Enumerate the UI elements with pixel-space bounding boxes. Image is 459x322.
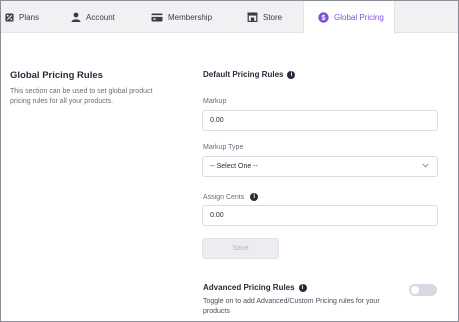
markup-type-label: Markup Type	[203, 144, 244, 151]
markup-label: Markup	[203, 98, 227, 105]
store-icon	[247, 12, 258, 22]
info-icon[interactable]: i	[287, 70, 296, 79]
assign-cents-label-text: Assign Cents	[203, 193, 245, 201]
tab-label: Global Pricing	[334, 13, 384, 22]
section-title: Default Pricing Rules i	[203, 70, 296, 79]
info-icon[interactable]: i	[250, 193, 259, 201]
tab-label: Plans	[19, 12, 40, 22]
markup-type-select[interactable]: -- Select One --	[202, 156, 438, 177]
advanced-pricing-title: Advanced Pricing Rules i	[203, 283, 307, 292]
assign-cents-value: 0.00	[210, 212, 224, 219]
tab-bar: Plans Account Membership Store $ Global …	[1, 1, 458, 34]
dollar-icon: $	[318, 12, 329, 23]
tab-membership[interactable]: Membership	[151, 1, 231, 33]
tab-plans[interactable]: Plans	[5, 1, 63, 33]
percent-icon	[5, 12, 14, 22]
app-frame: Plans Account Membership Store $ Global …	[0, 0, 459, 322]
section-title-text: Default Pricing Rules	[203, 70, 284, 79]
page-description: This section can be used to set global p…	[10, 88, 153, 105]
tab-label: Membership	[168, 12, 213, 22]
chevron-down-icon	[422, 163, 429, 170]
markup-input[interactable]: 0.00	[202, 110, 438, 131]
page-title: Global Pricing Rules	[10, 70, 103, 81]
info-icon[interactable]: i	[298, 283, 307, 292]
advanced-pricing-title-text: Advanced Pricing Rules	[203, 283, 295, 292]
assign-cents-input[interactable]: 0.00	[202, 205, 438, 226]
tab-label: Account	[86, 12, 115, 22]
user-icon	[71, 12, 81, 22]
tab-account[interactable]: Account	[71, 1, 137, 33]
advanced-pricing-toggle[interactable]	[409, 284, 437, 296]
tab-global-pricing[interactable]: $ Global Pricing	[303, 1, 395, 34]
save-button[interactable]: Save	[202, 238, 279, 259]
tab-store[interactable]: Store	[247, 1, 302, 33]
markup-value: 0.00	[210, 117, 224, 124]
toggle-knob	[411, 286, 419, 294]
card-icon	[151, 13, 163, 22]
markup-type-selected: -- Select One --	[210, 163, 258, 170]
tab-label: Store	[263, 12, 283, 22]
assign-cents-label: Assign Cents i	[203, 193, 259, 201]
advanced-pricing-description: Toggle on to add Advanced/Custom Pricing…	[203, 298, 380, 315]
